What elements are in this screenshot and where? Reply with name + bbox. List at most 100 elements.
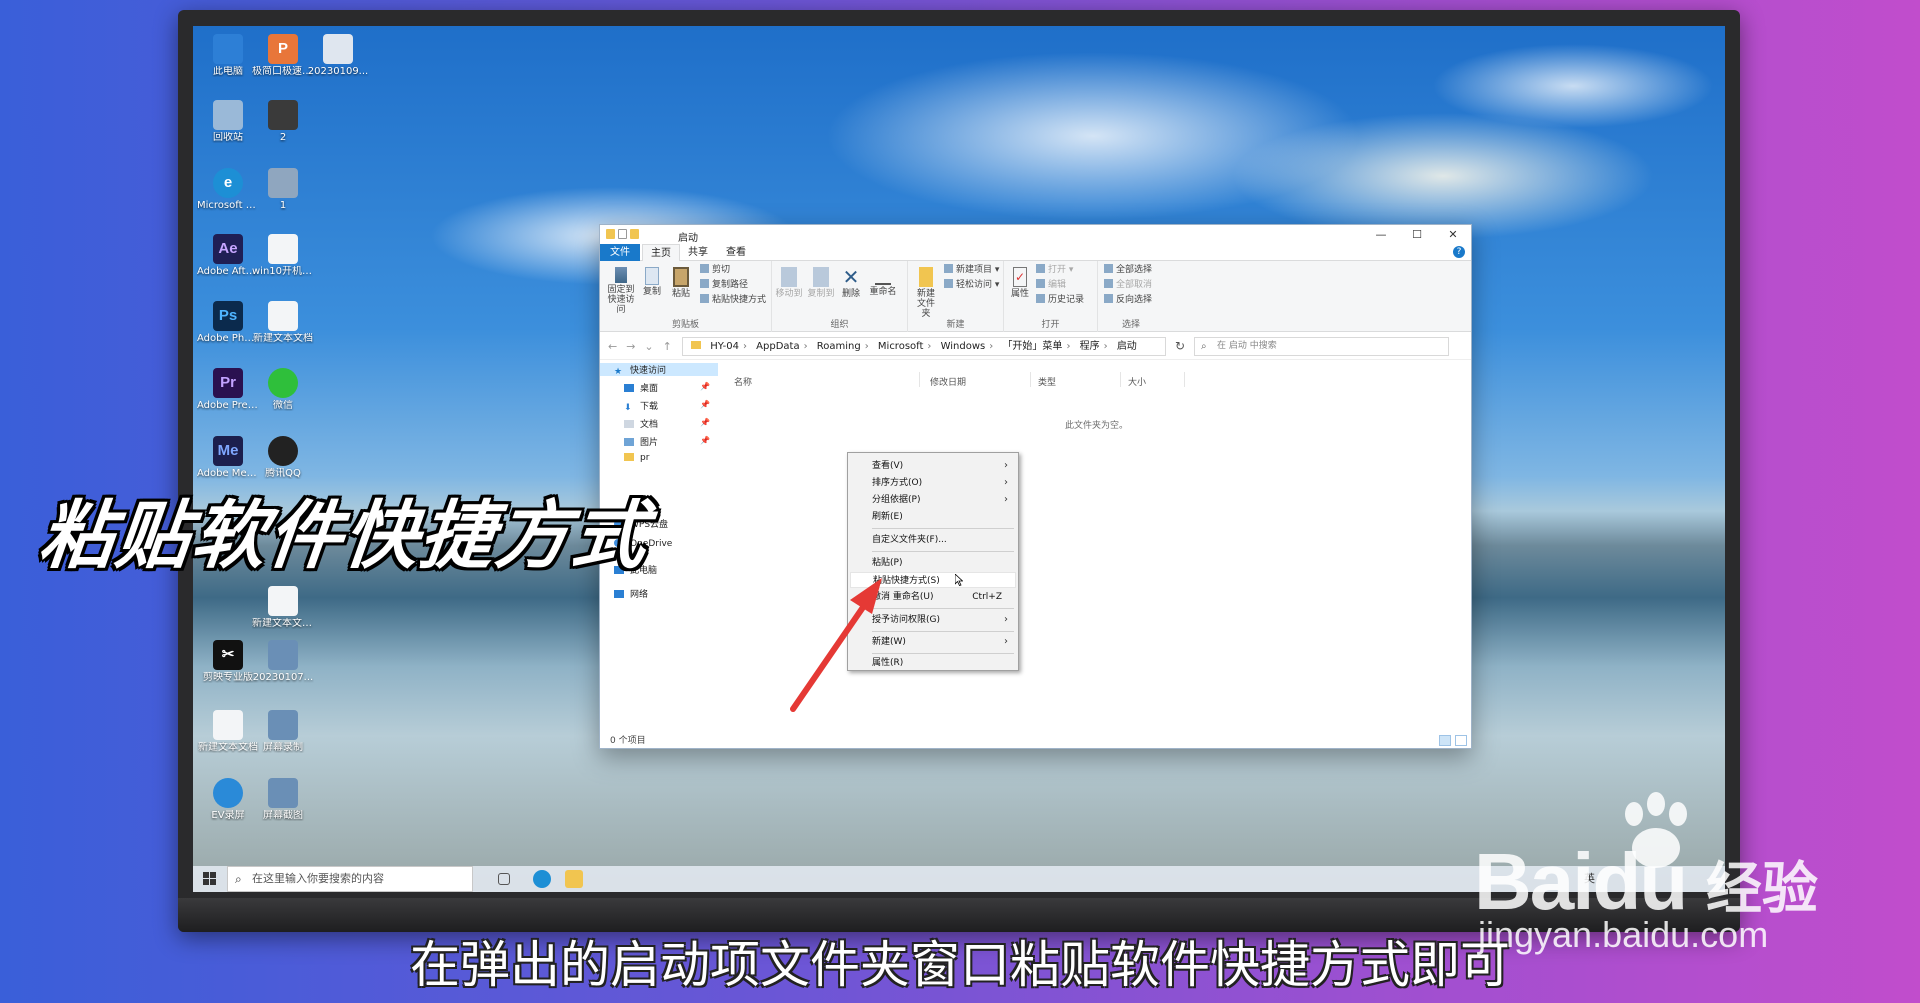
- desktop-icon-ev-recorder[interactable]: EV录屏: [197, 778, 259, 821]
- desktop-icon-screenshot[interactable]: 屏幕截图: [252, 778, 314, 821]
- delete-x-icon: ✕: [842, 265, 860, 289]
- select-all-button[interactable]: 全部选择: [1104, 263, 1152, 278]
- column-header-name[interactable]: 名称: [734, 375, 752, 388]
- nav-pr[interactable]: pr: [624, 453, 649, 463]
- properties-button[interactable]: ✓ 属性: [1008, 267, 1032, 299]
- desktop-icon-after-effects[interactable]: Ae Adobe After Effec...: [197, 234, 259, 277]
- desktop-icon-wechat[interactable]: 微信: [252, 368, 314, 411]
- image-icon: [268, 778, 298, 808]
- desktop-icon-screen-record[interactable]: 屏幕录制: [252, 710, 314, 753]
- image-icon: [268, 100, 298, 130]
- menu-item-sort[interactable]: 排序方式(O) ›: [850, 475, 1016, 491]
- desktop-icon-premiere[interactable]: Pr Adobe Premie...: [197, 368, 259, 411]
- paste-button[interactable]: 粘贴: [668, 267, 694, 299]
- delete-button[interactable]: ✕ 删除: [838, 267, 864, 299]
- refresh-icon[interactable]: ↻: [1170, 337, 1190, 356]
- desktop-icon-recycle-bin[interactable]: 回收站: [197, 100, 259, 143]
- edit-button[interactable]: 编辑: [1036, 278, 1066, 293]
- desktop-icon-text-doc-3[interactable]: 新建文本文档: [197, 710, 259, 753]
- nav-desktop[interactable]: 桌面 📌: [624, 381, 714, 394]
- nav-pictures[interactable]: 图片 📌: [624, 435, 714, 448]
- nav-network[interactable]: 网络: [614, 587, 648, 600]
- nav-documents[interactable]: 文档 📌: [624, 417, 714, 430]
- desktop-icon-2[interactable]: 2: [252, 100, 314, 143]
- taskbar-search-input[interactable]: ⌕ 在这里输入你要搜索的内容: [227, 866, 473, 892]
- desktop-icon-ppt-template[interactable]: P 极简口极速用PPT模板: [252, 34, 314, 77]
- invert-selection-button[interactable]: 反向选择: [1104, 293, 1152, 308]
- nav-downloads[interactable]: ⬇ 下载 📌: [624, 399, 714, 413]
- menu-item-paste[interactable]: 粘贴(P): [850, 555, 1016, 571]
- download-icon: ⬇: [624, 403, 632, 413]
- computer-icon: [213, 34, 243, 64]
- rename-button[interactable]: 重命名: [866, 267, 900, 297]
- minimize-button[interactable]: —: [1363, 225, 1399, 244]
- tab-share[interactable]: 共享: [680, 244, 716, 261]
- select-none-button[interactable]: 全部取消: [1104, 278, 1152, 293]
- pin-quick-access-button[interactable]: 固定到快速访问: [604, 267, 638, 315]
- menu-item-view[interactable]: 查看(V) ›: [850, 458, 1016, 474]
- copy-path-button[interactable]: 复制路径: [700, 278, 748, 293]
- maximize-button[interactable]: ☐: [1399, 225, 1435, 244]
- menu-item-refresh[interactable]: 刷新(E): [850, 509, 1016, 525]
- pin-icon: 📌: [700, 400, 710, 409]
- large-icons-view-icon[interactable]: [1455, 735, 1467, 746]
- watermark-url: jingyan.baidu.com: [1478, 914, 1769, 955]
- file-explorer-window: 启动 — ☐ ✕ 文件 主页 共享 查看 ? 固定到快速访问 复制 粘贴 剪切 …: [599, 224, 1472, 749]
- folder-search-input[interactable]: ⌕ 在 启动 中搜索: [1194, 337, 1449, 356]
- history-button[interactable]: 历史记录: [1036, 293, 1084, 308]
- desktop-icon-edge[interactable]: e Microsoft Edge: [197, 168, 259, 211]
- back-forward-up-icons[interactable]: ←→⌄↑: [608, 340, 681, 353]
- chevron-right-icon: ›: [1004, 477, 1008, 488]
- desktop-icon-file-20230109[interactable]: 20230109...: [307, 34, 369, 77]
- new-folder-button[interactable]: 新建文件夹: [912, 267, 940, 319]
- desktop-icon-text-doc[interactable]: 新建文本文档: [252, 301, 314, 344]
- desktop-icon-capcut[interactable]: ✂ 剪映专业版: [197, 640, 259, 683]
- desktop-icon-photoshop[interactable]: Ps Adobe Photosh...: [197, 301, 259, 344]
- menu-item-customize-folder[interactable]: 自定义文件夹(F)...: [850, 532, 1016, 548]
- menu-item-undo-rename[interactable]: 撤消 重命名(U) Ctrl+Z: [850, 589, 1016, 605]
- quick-access-toolbar[interactable]: [606, 229, 666, 241]
- copy-button[interactable]: 复制: [640, 267, 664, 297]
- menu-item-new[interactable]: 新建(W) ›: [850, 634, 1016, 650]
- desktop-icon-media-encoder[interactable]: Me Adobe Media...: [197, 436, 259, 479]
- desktop-icon-win10-doc[interactable]: win10开机启动怎么设...: [252, 234, 314, 277]
- edge-taskbar-icon[interactable]: [533, 870, 551, 888]
- column-header-type[interactable]: 类型: [1038, 375, 1056, 388]
- menu-item-give-access[interactable]: 授予访问权限(G) ›: [850, 612, 1016, 628]
- menu-item-paste-shortcut[interactable]: 粘贴快捷方式(S): [850, 572, 1016, 588]
- desktop-icon-this-pc[interactable]: 此电脑: [197, 34, 259, 77]
- column-header-size[interactable]: 大小: [1128, 375, 1146, 388]
- nav-quick-access[interactable]: ★ 快速访问: [600, 363, 718, 377]
- tab-home[interactable]: 主页: [642, 244, 680, 261]
- file-explorer-taskbar-icon[interactable]: [565, 870, 583, 888]
- copy-to-button[interactable]: 复制到: [806, 267, 836, 299]
- easy-access-button[interactable]: 轻松访问 ▾: [944, 278, 999, 293]
- desktop-icon-image-20230107[interactable]: 20230107...: [252, 640, 314, 683]
- wechat-icon: [268, 368, 298, 398]
- desktop-icon-qq[interactable]: 腾讯QQ: [252, 436, 314, 479]
- windows-start-icon[interactable]: [203, 872, 217, 886]
- desktop-icon-text-doc-2[interactable]: 新建文本文档(2): [252, 586, 314, 629]
- document-icon: [213, 710, 243, 740]
- ribbon-group-organize: 移动到 复制到 ✕ 删除 重命名 组织: [772, 261, 908, 332]
- new-item-button[interactable]: 新建项目 ▾: [944, 263, 999, 278]
- menu-item-group[interactable]: 分组依据(P) ›: [850, 492, 1016, 508]
- desktop-icon-1[interactable]: 1: [252, 168, 314, 211]
- close-button[interactable]: ✕: [1435, 225, 1471, 244]
- tab-file[interactable]: 文件: [600, 244, 640, 261]
- move-to-button[interactable]: 移动到: [774, 267, 804, 299]
- paste-shortcut-button[interactable]: 粘贴快捷方式: [700, 293, 766, 308]
- ribbon: 固定到快速访问 复制 粘贴 剪切 复制路径 粘贴快捷方式 剪贴板 移动到 复制到: [600, 261, 1471, 332]
- task-view-icon[interactable]: [498, 873, 510, 885]
- menu-item-properties[interactable]: 属性(R): [850, 655, 1016, 671]
- help-icon[interactable]: ?: [1453, 246, 1465, 258]
- cut-button[interactable]: 剪切: [700, 263, 730, 278]
- open-button[interactable]: 打开 ▾: [1036, 263, 1073, 278]
- tab-view[interactable]: 查看: [718, 244, 754, 261]
- shortcut-icon: [700, 294, 709, 303]
- address-bar[interactable]: HY-04 › AppData › Roaming › Microsoft › Wind…: [682, 337, 1166, 356]
- select-none-icon: [1104, 279, 1113, 288]
- details-view-icon[interactable]: [1439, 735, 1451, 746]
- image-icon: [268, 710, 298, 740]
- column-header-modified[interactable]: 修改日期: [930, 375, 966, 388]
